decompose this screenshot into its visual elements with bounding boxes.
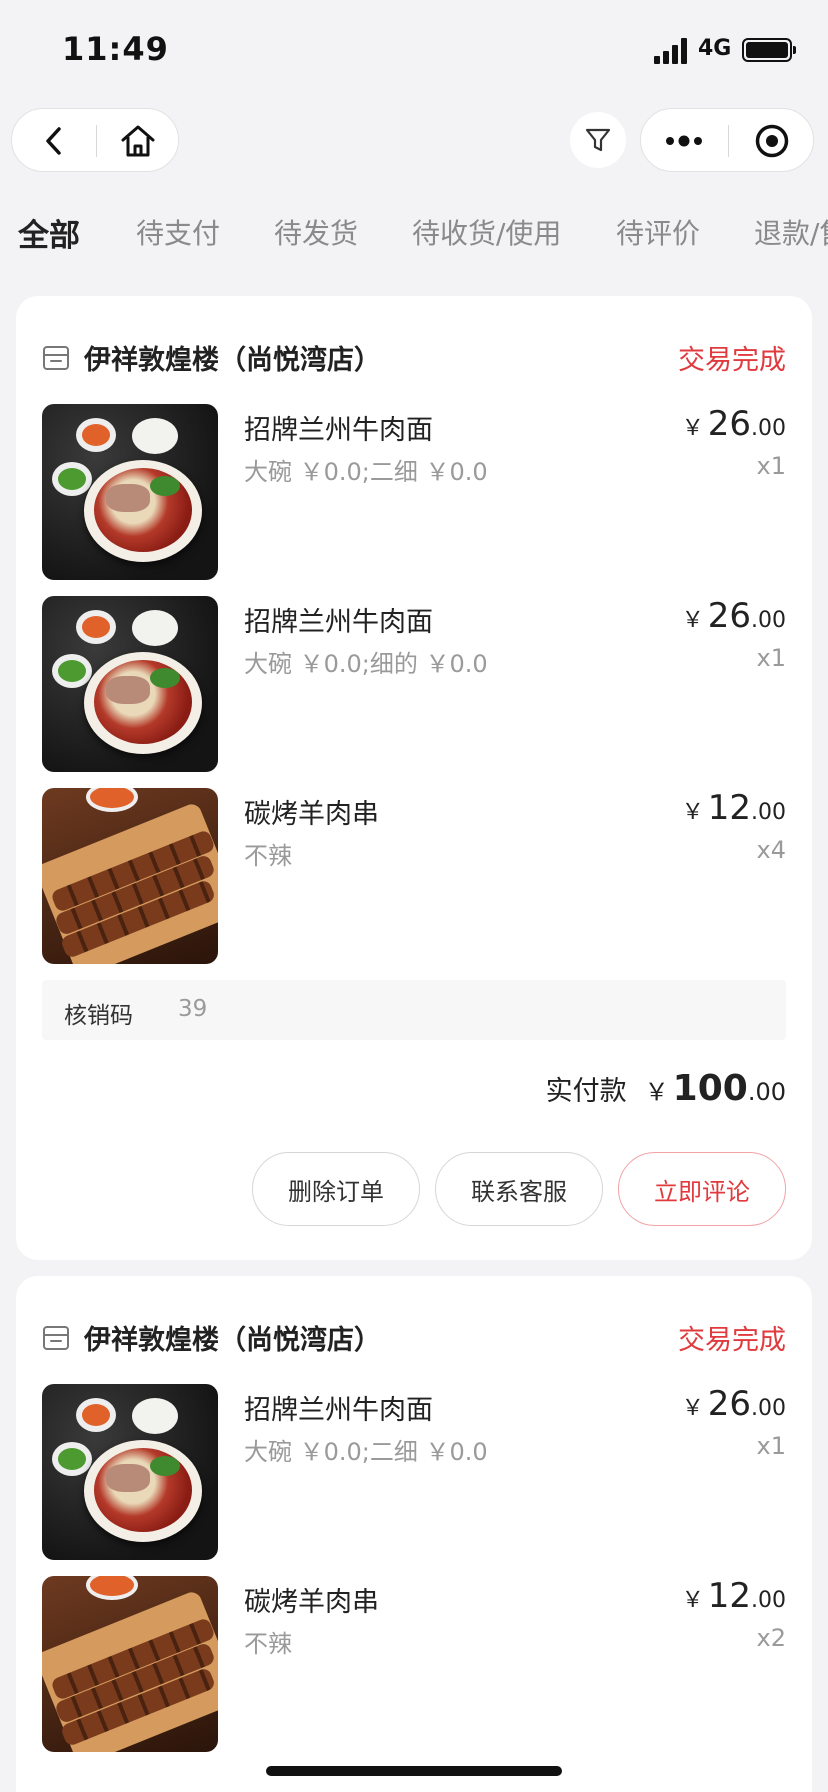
paid-label: 实付款 bbox=[545, 1076, 627, 1107]
noodle-image bbox=[42, 1384, 218, 1560]
store-name: 伊祥敦煌楼（尚悦湾店） bbox=[84, 345, 381, 376]
noodle-image bbox=[42, 404, 218, 580]
paid-amount: 100 bbox=[672, 1068, 748, 1109]
store-name: 伊祥敦煌楼（尚悦湾店） bbox=[84, 1325, 381, 1356]
order-item[interactable]: 招牌兰州牛肉面 大碗 ￥0.0;细的 ￥0.0 ￥ 26.00 x1 bbox=[42, 596, 786, 772]
order-card[interactable]: 伊祥敦煌楼（尚悦湾店） 交易完成 招牌兰州牛肉面 大碗 ￥0.0;二细 ￥0.0… bbox=[16, 1276, 812, 1792]
paid-currency: ￥ bbox=[644, 1078, 669, 1106]
item-quantity: x1 bbox=[756, 1432, 786, 1460]
order-item[interactable]: 招牌兰州牛肉面 大碗 ￥0.0;二细 ￥0.0 ￥ 26.00 x1 bbox=[42, 1384, 786, 1560]
back-button[interactable] bbox=[18, 109, 90, 173]
item-quantity: x4 bbox=[756, 836, 786, 864]
filter-button[interactable] bbox=[570, 112, 626, 168]
store-icon bbox=[43, 346, 69, 370]
more-button[interactable] bbox=[641, 109, 727, 173]
chevron-left-icon bbox=[46, 127, 61, 155]
item-spec: 大碗 ￥0.0;细的 ￥0.0 bbox=[244, 650, 488, 678]
item-price: ￥ 26.00 bbox=[681, 404, 786, 444]
item-spec: 不辣 bbox=[244, 1630, 292, 1658]
tab-pending-shipment[interactable]: 待发货 bbox=[274, 212, 358, 252]
status-bar: 11:49 4G bbox=[0, 0, 828, 100]
item-price: ￥ 12.00 bbox=[681, 1576, 786, 1616]
contact-service-button[interactable]: 联系客服 bbox=[435, 1152, 603, 1226]
item-quantity: x2 bbox=[756, 1624, 786, 1652]
item-name: 招牌兰州牛肉面 bbox=[244, 415, 433, 446]
order-list-screen: 11:49 4G 全部 待支付 待发货 待收货/使用 待评价 退款/ 伊祥敦煌楼… bbox=[0, 0, 828, 1792]
item-name: 碳烤羊肉串 bbox=[244, 1587, 379, 1618]
store-icon bbox=[43, 1326, 69, 1350]
battery-icon bbox=[742, 38, 796, 62]
order-item[interactable]: 碳烤羊肉串 不辣 ￥ 12.00 x4 bbox=[42, 788, 786, 964]
item-spec: 大碗 ￥0.0;二细 ￥0.0 bbox=[244, 458, 488, 486]
home-icon bbox=[121, 125, 155, 157]
tab-all[interactable]: 全部 bbox=[18, 212, 80, 255]
item-price: ￥ 12.00 bbox=[681, 788, 786, 828]
more-dots-icon bbox=[666, 135, 702, 147]
verification-code-label: 核销码 bbox=[64, 1003, 133, 1029]
store-row[interactable]: 伊祥敦煌楼（尚悦湾店） 交易完成 bbox=[42, 1318, 786, 1358]
item-name: 招牌兰州牛肉面 bbox=[244, 607, 433, 638]
delete-order-button[interactable]: 删除订单 bbox=[252, 1152, 420, 1226]
verification-code-row: 核销码 39 bbox=[42, 980, 786, 1040]
verification-code-value: 39 bbox=[178, 996, 208, 1022]
kebab-image bbox=[42, 1576, 218, 1752]
home-indicator[interactable] bbox=[266, 1766, 562, 1776]
paid-amount-row: 实付款 ￥ 100.00 bbox=[546, 1068, 786, 1118]
network-type: 4G bbox=[698, 36, 732, 61]
item-name: 碳烤羊肉串 bbox=[244, 799, 379, 830]
item-price: ￥ 26.00 bbox=[681, 596, 786, 636]
tab-refund[interactable]: 退款/售后 bbox=[754, 212, 828, 252]
miniprogram-capsule bbox=[640, 108, 814, 172]
review-now-button[interactable]: 立即评论 bbox=[618, 1152, 786, 1226]
signal-icon bbox=[654, 38, 688, 64]
home-button[interactable] bbox=[102, 109, 174, 173]
item-spec: 大碗 ￥0.0;二细 ￥0.0 bbox=[244, 1438, 488, 1466]
nav-divider bbox=[96, 125, 97, 157]
nav-capsule bbox=[11, 108, 179, 172]
item-quantity: x1 bbox=[756, 452, 786, 480]
target-circle-icon bbox=[755, 124, 789, 158]
order-status-tabs: 全部 待支付 待发货 待收货/使用 待评价 退款/售后 bbox=[0, 212, 828, 272]
noodle-image bbox=[42, 596, 218, 772]
tab-pending-receipt[interactable]: 待收货/使用 bbox=[412, 212, 561, 252]
item-quantity: x1 bbox=[756, 644, 786, 672]
order-card[interactable]: 伊祥敦煌楼（尚悦湾店） 交易完成 招牌兰州牛肉面 大碗 ￥0.0;二细 ￥0.0… bbox=[16, 296, 812, 1260]
item-name: 招牌兰州牛肉面 bbox=[244, 1395, 433, 1426]
store-row[interactable]: 伊祥敦煌楼（尚悦湾店） 交易完成 bbox=[42, 338, 786, 378]
order-status: 交易完成 bbox=[678, 345, 786, 376]
kebab-image bbox=[42, 788, 218, 964]
item-spec: 不辣 bbox=[244, 842, 292, 870]
order-status: 交易完成 bbox=[678, 1325, 786, 1356]
tab-pending-review[interactable]: 待评价 bbox=[616, 212, 700, 252]
filter-icon bbox=[585, 128, 611, 152]
item-price: ￥ 26.00 bbox=[681, 1384, 786, 1424]
order-item[interactable]: 招牌兰州牛肉面 大碗 ￥0.0;二细 ￥0.0 ￥ 26.00 x1 bbox=[42, 404, 786, 580]
tab-pending-payment[interactable]: 待支付 bbox=[136, 212, 220, 252]
paid-amount-decimal: .00 bbox=[747, 1078, 786, 1106]
close-miniprogram-button[interactable] bbox=[729, 109, 815, 173]
order-item[interactable]: 碳烤羊肉串 不辣 ￥ 12.00 x2 bbox=[42, 1576, 786, 1752]
status-time: 11:49 bbox=[62, 30, 169, 68]
